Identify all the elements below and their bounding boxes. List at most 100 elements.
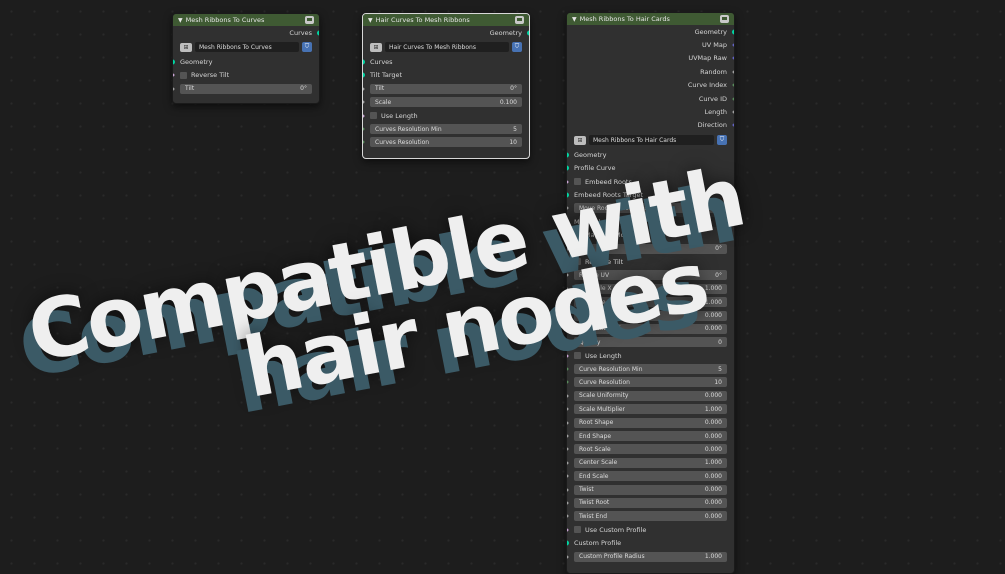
input-twist-end[interactable]: Twist End 0.000	[567, 510, 734, 523]
uv-map-socket[interactable]	[732, 42, 734, 48]
res-min-socket[interactable]	[363, 126, 365, 132]
res-socket[interactable]	[363, 139, 365, 146]
collapse-arrow-icon[interactable]: ▼	[178, 17, 183, 24]
twist-root-socket[interactable]	[567, 500, 569, 506]
curve-res-field[interactable]: Curve Resolution 10	[574, 377, 727, 388]
scale-field[interactable]: Scale 0.100	[370, 97, 522, 108]
scale-socket[interactable]	[363, 99, 365, 106]
twist-field[interactable]: Twist 0.000	[574, 484, 727, 495]
curves-input-socket[interactable]	[363, 59, 365, 65]
custom-profile-socket[interactable]	[567, 540, 569, 546]
root-scale-field[interactable]: Root Scale 0.000	[574, 444, 727, 455]
end-shape-socket[interactable]	[567, 433, 569, 439]
group-selector[interactable]: ⊞ Mesh Ribbons To Hair Cards ⛉	[567, 132, 734, 148]
root-shape-socket[interactable]	[567, 419, 569, 426]
input-custom-profile-radius[interactable]: Custom Profile Radius 1.000	[567, 550, 734, 563]
node-header[interactable]: ▼ Mesh Ribbons To Hair Cards	[567, 13, 734, 25]
scale-multiplier-field[interactable]: Scale Multiplier 1.000	[574, 404, 727, 415]
input-curve-resolution[interactable]: Curve Resolution 10	[567, 376, 734, 389]
tilt-field[interactable]: Tilt 0°	[370, 83, 522, 94]
end-scale-socket[interactable]	[567, 473, 569, 480]
curve-res-min-socket[interactable]	[567, 366, 569, 372]
fake-user-icon[interactable]: ⛉	[512, 42, 522, 53]
custom-profile-radius-field[interactable]: Custom Profile Radius 1.000	[574, 551, 727, 562]
group-name-field[interactable]: Mesh Ribbons To Hair Cards	[589, 135, 714, 146]
curves-output-socket[interactable]	[317, 30, 319, 36]
node-header[interactable]: ▼ Hair Curves To Mesh Ribbons	[363, 14, 529, 26]
profile-curve-socket[interactable]	[567, 165, 569, 171]
input-reverse-tilt[interactable]: Reverse Tilt	[173, 69, 319, 82]
input-root-scale[interactable]: Root Scale 0.000	[567, 443, 734, 456]
direction-socket[interactable]	[732, 122, 734, 129]
reverse-tilt-socket[interactable]	[173, 72, 175, 79]
use-custom-profile-checkbox[interactable]	[574, 526, 581, 534]
node-header[interactable]: ▼ Mesh Ribbons To Curves	[173, 14, 319, 26]
random-socket[interactable]	[732, 69, 734, 75]
geometry-input-socket[interactable]	[173, 59, 175, 65]
end-shape-field[interactable]: End Shape 0.000	[574, 431, 727, 442]
scale-uniformity-socket[interactable]	[567, 393, 569, 399]
root-shape-field[interactable]: Root Shape 0.000	[574, 417, 727, 428]
root-scale-socket[interactable]	[567, 446, 569, 453]
geometry-output-socket[interactable]	[527, 30, 529, 36]
use-length-socket[interactable]	[363, 112, 365, 119]
node-mesh-ribbons-to-curves[interactable]: ▼ Mesh Ribbons To Curves Curves ⊞ Mesh R…	[172, 13, 320, 104]
reverse-tilt-checkbox[interactable]	[180, 71, 187, 79]
input-end-scale[interactable]: End Scale 0.000	[567, 470, 734, 483]
group-name-field[interactable]: Mesh Ribbons To Curves	[195, 42, 299, 53]
res-field[interactable]: Curves Resolution 10	[370, 137, 522, 148]
scale-multiplier-socket[interactable]	[567, 406, 569, 413]
input-root-shape[interactable]: Root Shape 0.000	[567, 416, 734, 429]
collapse-arrow-icon[interactable]: ▼	[572, 16, 577, 23]
fake-user-icon[interactable]: ⛉	[302, 42, 312, 53]
scale-uniformity-field[interactable]: Scale Uniformity 0.000	[574, 390, 727, 401]
curve-id-socket[interactable]	[732, 95, 734, 102]
input-center-scale[interactable]: Center Scale 1.000	[567, 456, 734, 469]
twist-end-socket[interactable]	[567, 513, 569, 520]
curve-index-socket[interactable]	[732, 82, 734, 89]
res-min-field[interactable]: Curves Resolution Min 5	[370, 124, 522, 135]
input-twist-root[interactable]: Twist Root 0.000	[567, 496, 734, 509]
geometry-output-socket[interactable]	[732, 29, 734, 35]
input-end-shape[interactable]: End Shape 0.000	[567, 429, 734, 442]
tilt-target-socket[interactable]	[363, 72, 365, 78]
geometry-input-socket[interactable]	[567, 152, 569, 158]
input-curve-resolution-min[interactable]: Curve Resolution Min 5	[567, 362, 734, 375]
input-scale-uniformity[interactable]: Scale Uniformity 0.000	[567, 389, 734, 402]
input-twist[interactable]: Twist 0.000	[567, 483, 734, 496]
node-tree-icon[interactable]: ⊞	[180, 42, 192, 52]
input-curves-resolution-min[interactable]: Curves Resolution Min 5	[363, 122, 529, 135]
node-hair-curves-to-mesh-ribbons[interactable]: ▼ Hair Curves To Mesh Ribbons Geometry ⊞…	[362, 13, 530, 159]
group-selector[interactable]: ⊞ Hair Curves To Mesh Ribbons ⛉	[363, 39, 529, 55]
input-scale-multiplier[interactable]: Scale Multiplier 1.000	[567, 403, 734, 416]
input-tilt[interactable]: Tilt 0°	[173, 82, 319, 95]
length-socket[interactable]	[732, 109, 734, 115]
center-scale-socket[interactable]	[567, 459, 569, 466]
tilt-socket[interactable]	[173, 86, 175, 92]
twist-root-field[interactable]: Twist Root 0.000	[574, 497, 727, 508]
center-scale-field[interactable]: Center Scale 1.000	[574, 457, 727, 468]
input-scale[interactable]: Scale 0.100	[363, 96, 529, 109]
fake-user-icon[interactable]: ⛉	[717, 135, 727, 146]
curve-res-min-field[interactable]: Curve Resolution Min 5	[574, 364, 727, 375]
collapse-arrow-icon[interactable]: ▼	[368, 17, 373, 24]
end-scale-field[interactable]: End Scale 0.000	[574, 471, 727, 482]
tilt-field[interactable]: Tilt 0°	[180, 83, 312, 94]
node-tree-icon[interactable]: ⊞	[370, 42, 382, 52]
tilt-socket[interactable]	[363, 86, 365, 92]
use-length-checkbox[interactable]	[370, 112, 377, 120]
input-use-length[interactable]: Use Length	[363, 109, 529, 122]
group-selector[interactable]: ⊞ Mesh Ribbons To Curves ⛉	[173, 39, 319, 55]
input-use-custom-profile[interactable]: Use Custom Profile	[567, 523, 734, 536]
twist-socket[interactable]	[567, 486, 569, 493]
twist-end-field[interactable]: Twist End 0.000	[574, 511, 727, 522]
custom-profile-radius-socket[interactable]	[567, 553, 569, 560]
group-name-field[interactable]: Hair Curves To Mesh Ribbons	[385, 42, 509, 53]
input-tilt[interactable]: Tilt 0°	[363, 82, 529, 95]
node-tree-icon[interactable]: ⊞	[574, 135, 586, 145]
input-curves-resolution[interactable]: Curves Resolution 10	[363, 136, 529, 149]
node-group-icon	[720, 15, 729, 23]
use-custom-profile-socket[interactable]	[567, 526, 569, 533]
uvmap-raw-socket[interactable]	[732, 55, 734, 62]
curve-res-socket[interactable]	[567, 379, 569, 386]
